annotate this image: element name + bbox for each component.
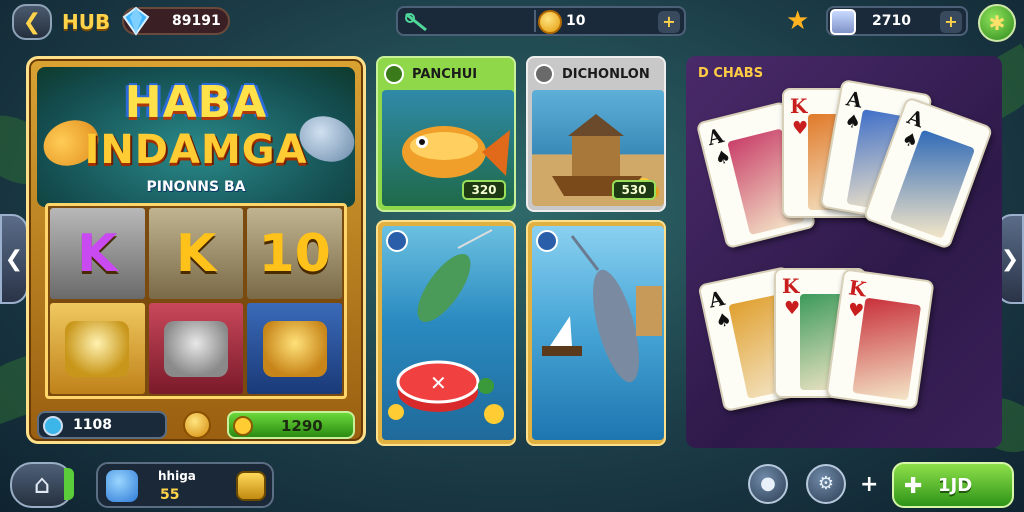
reel-symbol (148, 303, 244, 394)
slot-balance-value: 1108 (73, 417, 112, 433)
reel-letter: 10 (258, 223, 331, 284)
reel-symbol: K (148, 208, 244, 299)
top-bar: ❮ HUB 89191 10 + ★ 2710 + ✱ (0, 0, 1024, 46)
card-face-art (852, 297, 922, 401)
tile-badge-icon (536, 230, 558, 252)
casino-fish-illustration: ✕ (388, 229, 504, 424)
slot-balance: 1108 (37, 411, 167, 439)
heart-icon (106, 470, 138, 502)
tile-badge-icon (384, 64, 404, 84)
tile-price: 530 (612, 180, 656, 200)
gold-coins-icon (262, 320, 327, 377)
svg-text:✕: ✕ (430, 371, 447, 395)
puzzle-icon: ✚ (904, 474, 923, 499)
settings-button[interactable]: ✱ (978, 4, 1016, 42)
star-icon[interactable]: ★ (786, 6, 809, 36)
player-badge-icon (236, 471, 266, 501)
tile-price: 320 (462, 180, 506, 200)
fishing-rod-icon (405, 12, 427, 32)
user-icon: ● (760, 473, 776, 494)
slot-banner: HABA INDAMGA PINONNS BA (37, 67, 361, 207)
card-game-panel[interactable]: D CHABS A ♠ K ♥ A ♠ A ♠ A ♠ K ♥ K ♥ (686, 56, 1002, 448)
player-name: hhiga (158, 469, 196, 483)
game-tile-swordfish[interactable] (526, 220, 666, 446)
player-profile[interactable]: hhiga 55 (96, 462, 274, 508)
back-arrow-icon: ❮ (22, 9, 42, 35)
coin-icon (538, 10, 562, 34)
plus-icon: + (860, 472, 879, 497)
card-rank: K (847, 275, 868, 302)
diamond-icon (122, 6, 150, 36)
center-resource-bar: 10 + (396, 6, 686, 36)
swordfish-illustration (542, 235, 662, 383)
chevron-left-icon: ❮ (4, 246, 24, 272)
hub-label: HUB (62, 10, 111, 34)
divider (534, 10, 536, 32)
reel-letter: K (175, 223, 217, 284)
home-icon: ⌂ (33, 470, 51, 500)
card-rank: K (790, 94, 808, 118)
reel-symbol (247, 303, 342, 394)
card-rank: A (844, 86, 865, 113)
playing-card[interactable]: K ♥ (825, 268, 935, 410)
gem-count: 89191 (172, 13, 221, 29)
slot-game-card[interactable]: HABA INDAMGA PINONNS BA K K 10 1108 1290 (26, 56, 366, 444)
back-button[interactable]: ❮ (12, 4, 52, 40)
slot-win-value: 1290 (281, 417, 323, 435)
card-panel-title: D CHABS (698, 66, 764, 81)
coin-count: 10 (566, 13, 586, 29)
reel-symbol: K (50, 208, 145, 299)
gem-balance: 89191 (122, 6, 230, 36)
coin-pot-icon (65, 320, 130, 377)
friends-button[interactable]: ● (748, 464, 788, 504)
play-button[interactable]: ✚ 1JD (892, 462, 1014, 508)
options-button[interactable]: ⚙ (806, 464, 846, 504)
game-tile-fish[interactable]: PANCHUI 320 (376, 56, 516, 212)
scroll-left-button[interactable]: ❮ (0, 214, 28, 304)
ticket-icon (830, 9, 856, 35)
reel-symbol: 10 (247, 208, 342, 299)
add-coins-button[interactable]: + (658, 11, 680, 33)
tile-artwork (532, 226, 664, 440)
slot-title-line1: HABA (124, 77, 268, 128)
chip-stack-icon (163, 320, 228, 377)
tile-artwork: ✕ (382, 226, 514, 440)
coin-icon (233, 416, 253, 436)
tile-header: DICHONLON (528, 58, 664, 90)
home-indicator (64, 468, 74, 500)
tile-badge-icon (386, 230, 408, 252)
tile-title: PANCHUI (412, 66, 478, 82)
card-suit-icon: ♥ (792, 118, 809, 139)
tile-title: DICHONLON (562, 66, 650, 82)
reel-letter: K (77, 223, 118, 284)
slot-win-button[interactable]: 1290 (227, 411, 355, 439)
slot-subtitle: PINONNS BA (146, 179, 246, 195)
player-level: 55 (160, 487, 180, 503)
bottom-bar: ⌂ hhiga 55 ● ⚙ + ✚ 1JD (0, 456, 1024, 512)
reel-grid: K K 10 (45, 203, 347, 399)
card-rank: A (706, 285, 727, 313)
reel-symbol (50, 303, 145, 394)
slot-title-line2: INDAMGA (84, 127, 308, 173)
game-tile-boat[interactable]: DICHONLON 530 (526, 56, 666, 212)
play-button-label: 1JD (938, 475, 973, 496)
ticket-balance: 2710 + (826, 6, 968, 36)
chevron-right-icon: ❯ (1000, 246, 1020, 272)
gear-icon: ⚙ (817, 473, 835, 494)
card-suit-icon: ♥ (784, 298, 801, 319)
tile-header: PANCHUI (378, 58, 514, 90)
slot-footer: 1108 1290 (37, 411, 355, 439)
tile-badge-icon (534, 64, 554, 84)
game-tile-casino-fish[interactable]: ✕ (376, 220, 516, 446)
card-rank: K (782, 274, 800, 298)
gear-icon: ✱ (988, 11, 1006, 35)
balance-icon (43, 416, 63, 436)
coin-icon (183, 411, 211, 439)
ticket-count: 2710 (872, 13, 911, 29)
add-tickets-button[interactable]: + (940, 11, 962, 33)
